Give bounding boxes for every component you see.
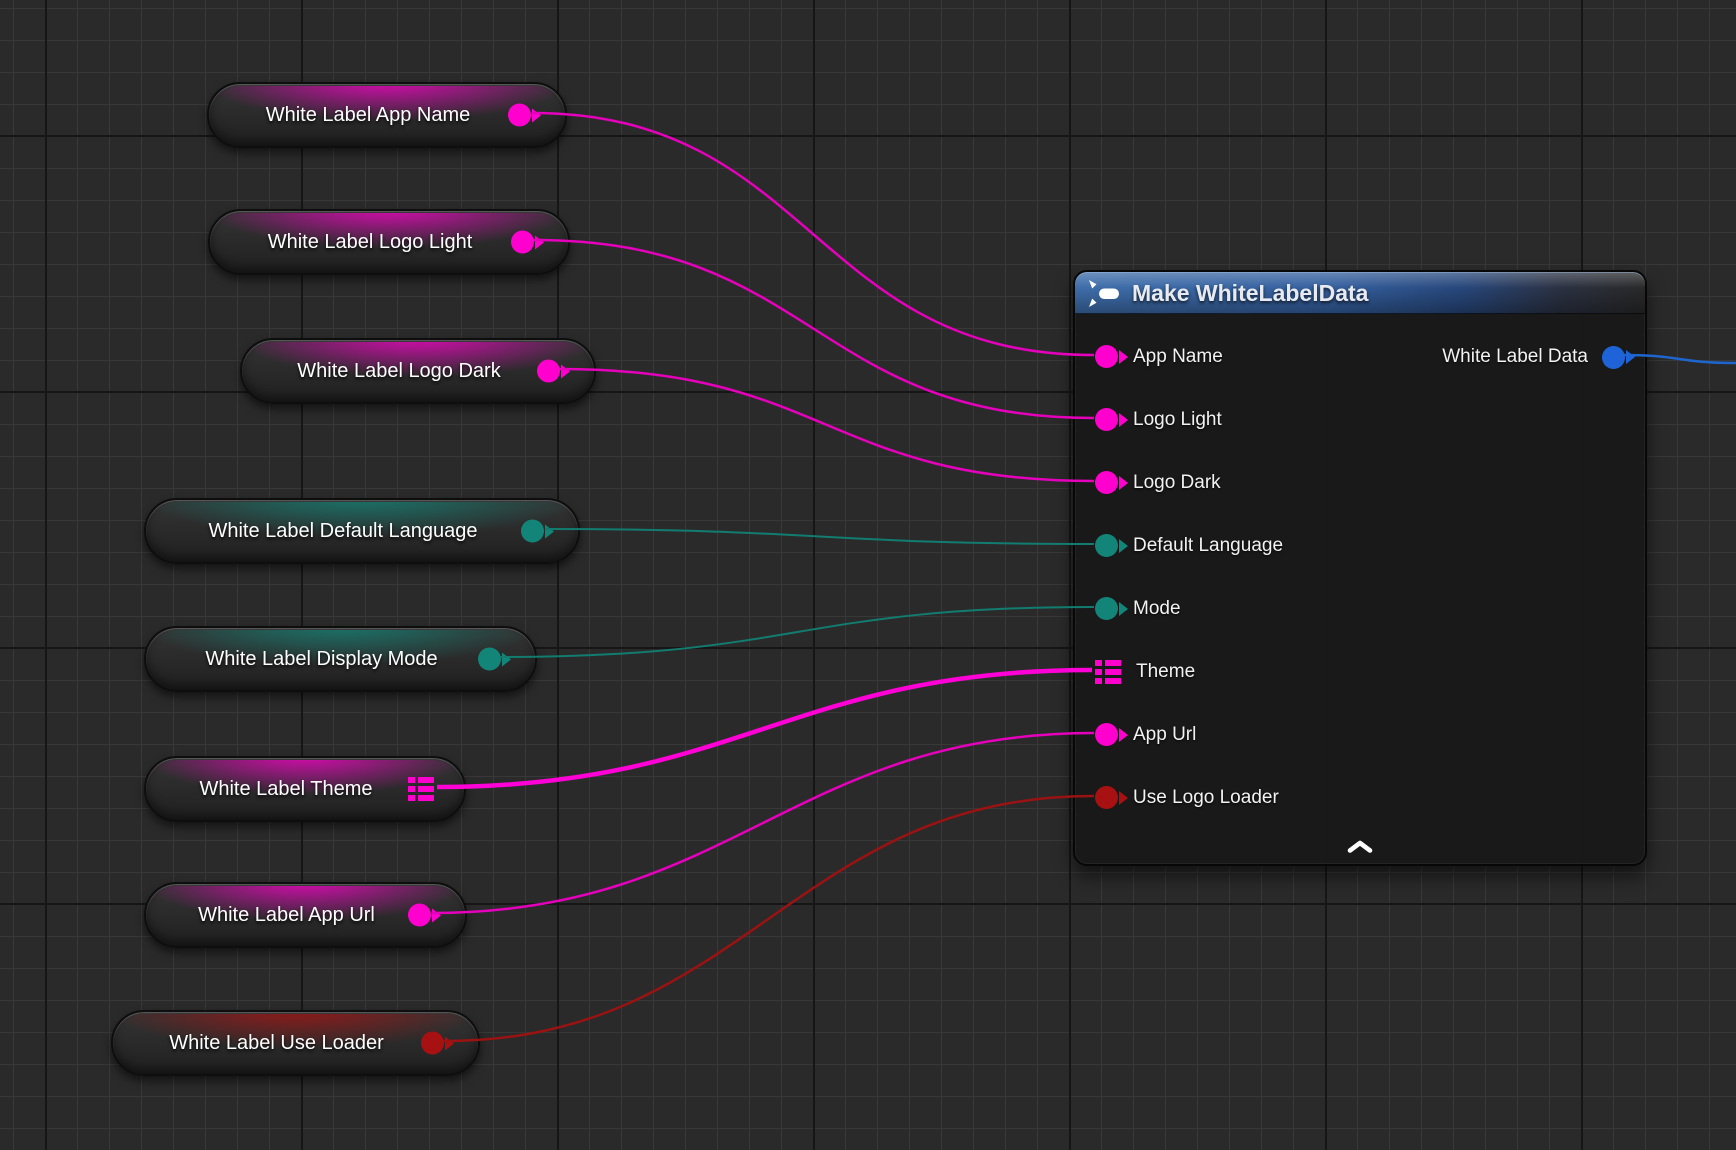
input-pin[interactable]	[1095, 723, 1118, 746]
variable-getter-node[interactable]: White Label App Name	[207, 82, 567, 148]
blueprint-graph-canvas[interactable]: Make WhiteLabelData App Name Logo Light Lo…	[0, 0, 1736, 1150]
wire[interactable]	[560, 369, 1094, 481]
getter-label: White Label Default Language	[182, 520, 541, 543]
input-pin-row: Default Language	[1075, 514, 1645, 577]
input-pin-row: Theme	[1075, 640, 1645, 703]
input-pin[interactable]	[1095, 786, 1118, 809]
make-whitelabeldata-node[interactable]: Make WhiteLabelData App Name Logo Light Lo…	[1073, 270, 1647, 866]
output-pin-label: White Label Data	[1442, 346, 1588, 368]
input-pin-row: Mode	[1075, 577, 1645, 640]
input-pin-label: Default Language	[1133, 535, 1283, 557]
make-struct-icon	[1088, 280, 1120, 307]
input-pin[interactable]	[1095, 345, 1118, 368]
chevron-up-icon	[1346, 840, 1374, 853]
collapse-node-button[interactable]	[1338, 836, 1382, 856]
output-pin-row: White Label Data	[1442, 345, 1625, 369]
getter-label: White Label App Url	[172, 904, 439, 927]
variable-getter-node[interactable]: White Label Display Mode	[144, 626, 537, 692]
wire[interactable]	[532, 113, 1094, 355]
node-title: Make WhiteLabelData	[1132, 280, 1368, 307]
wire[interactable]	[501, 607, 1094, 657]
wire[interactable]	[444, 796, 1094, 1041]
input-pin-label: Use Logo Loader	[1133, 787, 1279, 809]
variable-getter-node[interactable]: White Label Logo Light	[208, 209, 570, 275]
input-pin-label: App Name	[1133, 346, 1223, 368]
input-pin[interactable]	[1095, 471, 1118, 494]
input-pin-label: Logo Light	[1133, 409, 1222, 431]
output-pin[interactable]	[1602, 346, 1625, 369]
variable-getter-node[interactable]: White Label Logo Dark	[240, 338, 596, 404]
input-pin-row: App Url	[1075, 703, 1645, 766]
input-pin-label: Mode	[1133, 598, 1181, 620]
wire[interactable]	[545, 529, 1094, 544]
input-pin[interactable]	[1095, 597, 1118, 620]
getter-label: White Label Theme	[173, 778, 436, 801]
input-pin-row: Use Logo Loader	[1075, 766, 1645, 829]
getter-label: White Label Display Mode	[179, 648, 501, 671]
input-pin-row: Logo Light	[1075, 388, 1645, 451]
variable-getter-node[interactable]: White Label App Url	[144, 882, 467, 948]
getter-label: White Label Use Loader	[143, 1032, 448, 1055]
getter-label: White Label App Name	[240, 104, 535, 127]
wire[interactable]	[437, 670, 1092, 787]
wire[interactable]	[432, 733, 1094, 913]
variable-getter-node[interactable]: White Label Theme	[144, 756, 466, 822]
input-pin-label: Logo Dark	[1133, 472, 1221, 494]
input-pin-row: Logo Dark	[1075, 451, 1645, 514]
wire[interactable]	[534, 240, 1094, 418]
input-pin-label: App Url	[1133, 724, 1196, 746]
getter-label: White Label Logo Dark	[271, 360, 564, 383]
input-pin-label: Theme	[1136, 661, 1195, 683]
node-header[interactable]: Make WhiteLabelData	[1075, 272, 1645, 314]
variable-getter-node[interactable]: White Label Use Loader	[111, 1010, 480, 1076]
variable-getter-node[interactable]: White Label Default Language	[144, 498, 580, 564]
input-pin[interactable]	[1095, 408, 1118, 431]
input-pin[interactable]	[1095, 534, 1118, 557]
getter-label: White Label Logo Light	[242, 231, 537, 254]
input-pin[interactable]	[1095, 660, 1121, 684]
